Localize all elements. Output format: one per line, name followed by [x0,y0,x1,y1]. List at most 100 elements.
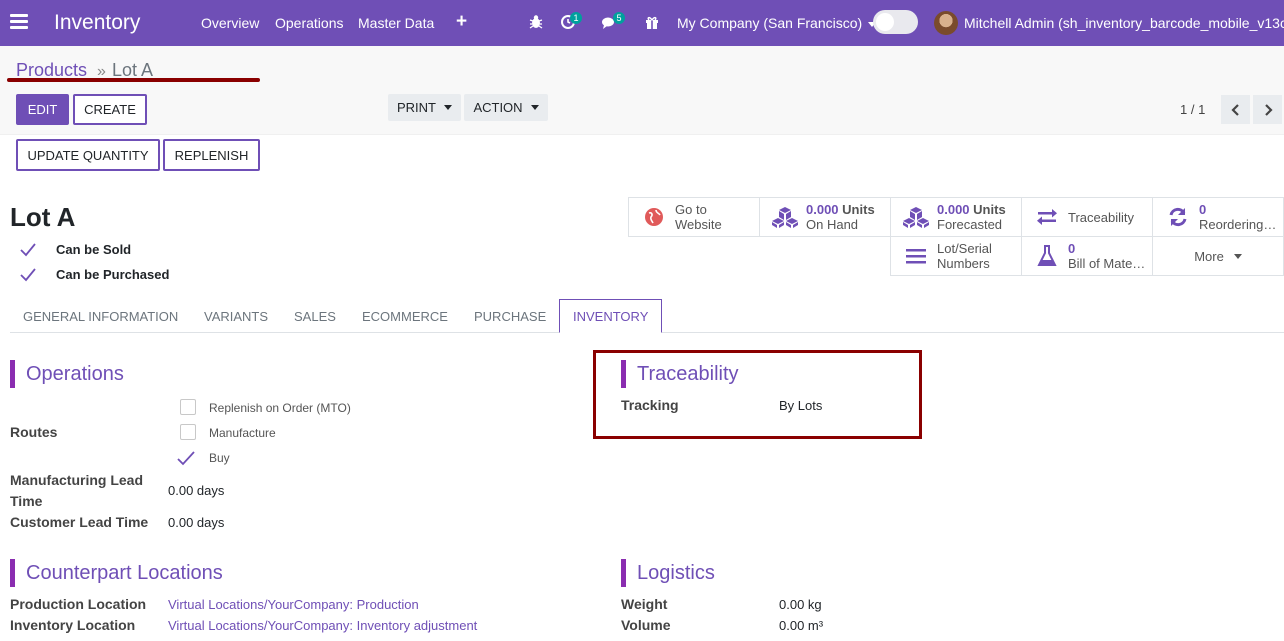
forecasted-value: 0.000 [937,202,970,217]
company-switcher[interactable]: My Company (San Francisco) [677,15,877,31]
can-be-purchased-option: Can be Purchased [20,266,169,282]
route-mto-label: Replenish on Order (MTO) [209,401,351,415]
print-label: PRINT [397,100,436,115]
gift-icon[interactable] [644,14,660,30]
replenish-button[interactable]: REPLENISH [163,139,260,171]
go-to-website-button[interactable]: Go to Website [628,197,760,237]
lots-line1: Lot/Serial [937,241,992,256]
website-line1: Go to [675,202,707,217]
reordering-rules-button[interactable]: 0 Reordering… [1152,197,1284,237]
menu-icon[interactable] [10,14,28,30]
traceability-group-title: Traceability [621,360,739,388]
top-navbar: Inventory Overview Operations Master Dat… [0,0,1284,46]
can-be-sold-label: Can be Sold [56,241,132,257]
on-hand-value: 0.000 [806,202,839,217]
volume-value[interactable]: 0.00 m³ [779,618,823,633]
lot-serial-numbers-button[interactable]: Lot/Serial Numbers [890,236,1022,276]
more-label: More [1194,248,1224,264]
avatar[interactable] [934,11,958,35]
activity-count-badge: 1 [570,12,582,24]
route-manufacture-checkbox[interactable] [180,424,196,440]
checkmark-icon[interactable] [20,266,36,282]
reordering-label: Reordering… [1199,217,1277,232]
flask-icon [1037,245,1057,266]
bill-of-materials-button[interactable]: 0 Bill of Mate… [1021,236,1153,276]
bom-count: 0 [1068,241,1076,256]
route-mto-checkbox[interactable] [180,399,196,415]
manufacturing-lead-label: Manufacturing Lead [10,472,144,488]
app-title[interactable]: Inventory [54,11,140,35]
message-count-badge: 5 [613,12,625,24]
production-location-link[interactable]: Virtual Locations/YourCompany: Productio… [168,597,419,612]
breadcrumb-current: Lot A [111,60,153,80]
production-location-label: Production Location [10,596,147,612]
forecasted-unit: Units [973,202,1006,217]
cubes-icon [772,207,798,228]
update-quantity-button[interactable]: UPDATE QUANTITY [16,139,160,171]
tab-general-information[interactable]: GENERAL INFORMATION [10,299,191,333]
print-dropdown[interactable]: PRINT [388,94,461,121]
chevron-down-icon [1233,253,1242,259]
forecasted-button[interactable]: 0.000 Units Forecasted [890,197,1022,237]
customer-lead-value[interactable]: 0.00 days [168,515,224,530]
website-line2: Website [675,217,722,232]
manufacturing-lead-label-line2: Time [10,493,43,509]
chevron-down-icon [444,105,452,110]
weight-value[interactable]: 0.00 kg [779,597,822,612]
on-hand-unit: Units [842,202,875,217]
chevron-left-icon [1230,103,1239,116]
product-title[interactable]: Lot A [10,202,75,233]
logistics-group-title: Logistics [621,559,715,587]
tab-ecommerce[interactable]: ECOMMERCE [349,299,461,333]
breadcrumb-products-link[interactable]: Products [16,60,87,80]
route-manufacture-label: Manufacture [209,426,276,440]
bug-icon[interactable] [528,14,544,30]
edit-button[interactable]: EDIT [16,94,69,125]
customer-lead-label: Customer Lead Time [10,514,149,530]
tab-variants[interactable]: VARIANTS [191,299,281,333]
inventory-location-link[interactable]: Virtual Locations/YourCompany: Inventory… [168,618,477,633]
tab-sales[interactable]: SALES [281,299,349,333]
chevron-right-icon [1264,103,1273,116]
volume-label: Volume [621,617,671,633]
nav-overview[interactable]: Overview [201,15,259,31]
refresh-icon [1169,207,1187,227]
pager-next-button[interactable] [1253,95,1282,124]
control-panel [0,46,1284,135]
on-hand-label: On Hand [806,217,859,232]
route-buy-label: Buy [209,451,230,465]
traceability-label: Traceability [1068,209,1134,225]
action-dropdown[interactable]: ACTION [464,94,548,121]
checkmark-icon[interactable] [20,241,36,257]
quick-create-plus-icon[interactable]: + [456,11,467,33]
company-name: My Company (San Francisco) [677,15,863,31]
globe-icon [645,208,663,226]
mode-toggle[interactable] [873,10,918,34]
list-icon [906,249,926,264]
pager-value[interactable]: 1 / 1 [1180,102,1205,117]
chevron-down-icon [530,105,539,110]
tab-inventory[interactable]: INVENTORY [559,299,663,333]
tab-purchase[interactable]: PURCHASE [461,299,559,333]
lots-line2: Numbers [937,256,990,271]
can-be-purchased-label: Can be Purchased [56,266,170,282]
route-buy-checkbox[interactable] [177,450,195,466]
action-label: ACTION [473,100,523,115]
traceability-button[interactable]: Traceability [1021,197,1153,237]
user-menu[interactable]: Mitchell Admin (sh_inventory_barcode_mob… [964,15,1284,31]
annotation-underline [7,78,260,82]
forecasted-label: Forecasted [937,217,1003,232]
weight-label: Weight [621,596,668,612]
cubes-icon [903,207,929,228]
on-hand-button[interactable]: 0.000 Units On Hand [759,197,891,237]
pager-previous-button[interactable] [1221,95,1250,124]
bom-label: Bill of Mate… [1068,256,1146,271]
notebook-tabs: GENERAL INFORMATION VARIANTS SALES ECOMM… [10,299,1284,333]
more-button[interactable]: More [1152,236,1284,276]
manufacturing-lead-value[interactable]: 0.00 days [168,483,224,498]
nav-operations[interactable]: Operations [275,15,343,31]
nav-master-data[interactable]: Master Data [358,15,434,31]
create-button[interactable]: CREATE [73,94,147,125]
tracking-value[interactable]: By Lots [779,398,822,413]
reordering-count: 0 [1199,202,1207,217]
